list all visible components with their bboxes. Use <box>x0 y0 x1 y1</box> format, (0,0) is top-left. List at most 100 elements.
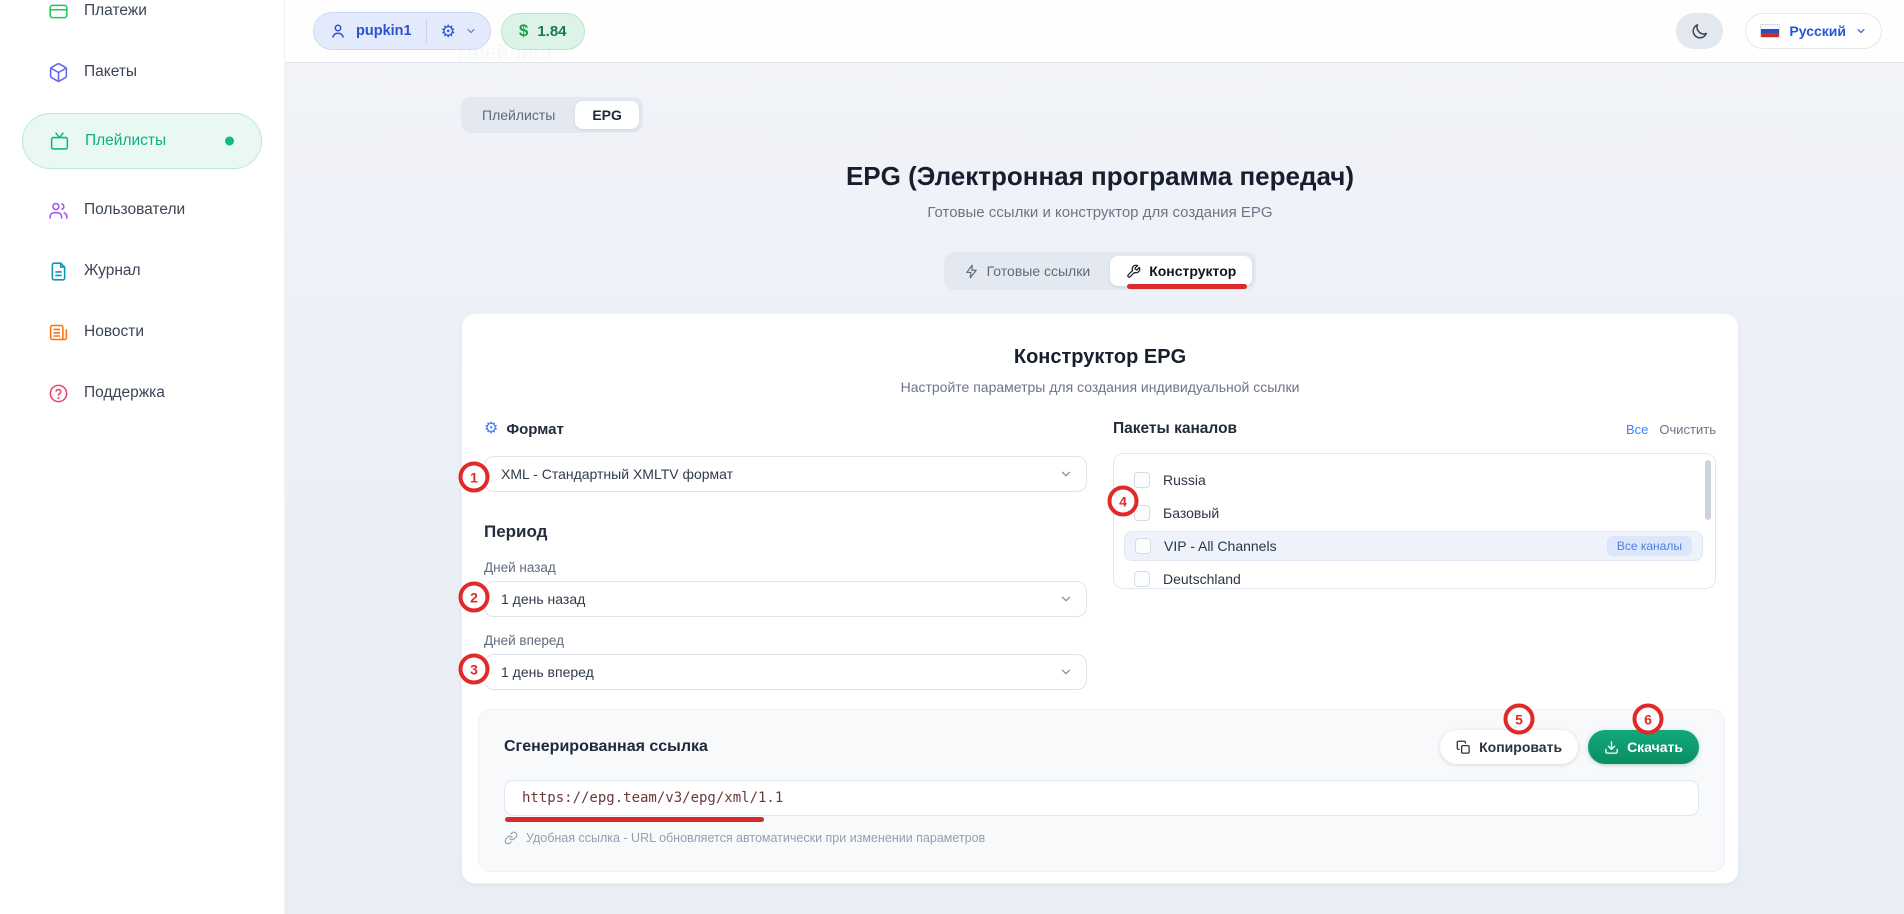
sidebar-item-support[interactable]: Поддержка <box>0 373 284 413</box>
package-checkbox[interactable] <box>1134 571 1150 587</box>
package-row[interactable]: Russia <box>1124 463 1703 496</box>
left-column: ⚙ Формат XML - Стандартный XMLTV формат … <box>484 419 1087 690</box>
person-icon <box>329 22 347 40</box>
right-column: Пакеты каналов Все Очистить Russia Базов… <box>1113 419 1716 690</box>
annotation-circle-1: 1 <box>459 462 490 493</box>
annotation-circle-3: 3 <box>459 654 490 685</box>
sidebar-item-packages[interactable]: Пакеты <box>0 52 284 92</box>
chevron-down-icon[interactable] <box>465 25 477 37</box>
help-circle-icon <box>48 383 69 404</box>
download-icon <box>1604 740 1619 755</box>
username: pupkin1 <box>356 23 412 39</box>
link-icon <box>504 831 518 845</box>
constructor-form: ⚙ Формат XML - Стандартный XMLTV формат … <box>484 419 1716 690</box>
dollar-icon: $ <box>519 21 528 41</box>
credit-card-icon <box>48 1 69 22</box>
package-checkbox[interactable] <box>1134 472 1150 488</box>
format-label: Формат <box>506 421 564 438</box>
sidebar-item-users[interactable]: Пользователи <box>0 190 284 230</box>
lightning-icon <box>964 264 979 279</box>
download-button-label: Скачать <box>1627 739 1683 755</box>
package-row[interactable]: Базовый <box>1124 496 1703 529</box>
balance-pill[interactable]: $ 1.84 <box>501 13 585 50</box>
annotation-underline-constructor <box>1127 284 1247 289</box>
tab-ready-links[interactable]: Готовые ссылки <box>948 256 1107 286</box>
dark-mode-toggle[interactable] <box>1676 13 1723 49</box>
tab-label: Готовые ссылки <box>987 263 1091 279</box>
days-back-value: 1 день назад <box>501 591 585 607</box>
copy-button[interactable]: Копировать <box>1440 730 1578 764</box>
annotation-circle-2: 2 <box>459 582 490 613</box>
active-indicator-dot <box>225 137 234 146</box>
tab-playlists[interactable]: Плейлисты <box>465 101 572 129</box>
card-subtitle: Настройте параметры для создания индивид… <box>484 379 1716 395</box>
annotation-circle-6: 6 <box>1633 704 1664 735</box>
format-select-value: XML - Стандартный XMLTV формат <box>501 466 733 482</box>
wrench-icon <box>1126 264 1141 279</box>
mode-tabs-wrap: Готовые ссылки Конструктор <box>461 252 1739 290</box>
page-subtitle: Готовые ссылки и конструктор для создани… <box>461 204 1739 221</box>
main-area: Плейлист pupkin1 ⚙ $ 1.84 <box>285 0 1904 914</box>
chevron-down-icon <box>1855 25 1867 37</box>
sidebar-item-payments[interactable]: Платежи <box>0 0 284 31</box>
package-checkbox[interactable] <box>1135 538 1151 554</box>
tab-label: Конструктор <box>1149 263 1236 279</box>
days-forward-value: 1 день вперед <box>501 664 594 680</box>
russia-flag-icon <box>1760 24 1780 38</box>
scrollbar-thumb[interactable] <box>1705 460 1711 520</box>
balance-value: 1.84 <box>537 23 566 40</box>
chevron-down-icon <box>1059 592 1073 606</box>
tab-constructor[interactable]: Конструктор <box>1110 256 1252 286</box>
cube-icon <box>48 62 69 83</box>
generated-header: Сгенерированная ссылка Копировать Скачат… <box>504 730 1699 764</box>
sidebar-item-label: Пользователи <box>84 201 185 219</box>
card-title: Конструктор EPG <box>484 346 1716 369</box>
package-label: Russia <box>1163 472 1206 488</box>
download-button[interactable]: Скачать <box>1588 730 1699 764</box>
sidebar: Платежи Пакеты Плейлисты Пользователи <box>0 0 285 914</box>
days-forward-label: Дней вперед <box>484 633 1087 650</box>
generated-note-row: Удобная ссылка - URL обновляется автомат… <box>504 831 1699 845</box>
topbar: pupkin1 ⚙ $ 1.84 Русский <box>285 0 1904 62</box>
mode-tab-switcher: Готовые ссылки Конструктор <box>944 252 1257 290</box>
tab-epg[interactable]: EPG <box>575 101 639 129</box>
package-row[interactable]: Deutschland <box>1124 562 1703 589</box>
gear-icon[interactable]: ⚙ <box>441 23 456 40</box>
generated-url-field[interactable]: https://epg.team/v3/epg/xml/1.1 <box>504 780 1699 816</box>
language-selector[interactable]: Русский <box>1745 13 1882 49</box>
tv-icon <box>49 131 70 152</box>
annotation-circle-4: 4 <box>1108 486 1139 517</box>
sidebar-item-journal[interactable]: Журнал <box>0 251 284 291</box>
select-all-link[interactable]: Все <box>1626 422 1648 437</box>
pill-divider <box>426 19 427 43</box>
days-back-select[interactable]: 1 день назад <box>484 581 1087 617</box>
sidebar-item-playlists[interactable]: Плейлисты <box>22 113 262 169</box>
packages-links: Все Очистить <box>1626 422 1716 437</box>
sidebar-item-news[interactable]: Новости <box>0 312 284 352</box>
days-back-label: Дней назад <box>484 560 1087 577</box>
generated-actions: Копировать Скачать <box>1440 730 1699 764</box>
period-label: Период <box>484 522 1087 544</box>
sidebar-item-label: Пакеты <box>84 63 137 81</box>
package-row-highlighted[interactable]: VIP - All Channels Все каналы <box>1124 531 1703 561</box>
newspaper-icon <box>48 322 69 343</box>
clear-link[interactable]: Очистить <box>1659 422 1716 437</box>
packages-header: Пакеты каналов Все Очистить <box>1113 419 1716 439</box>
packages-label: Пакеты каналов <box>1113 420 1237 438</box>
user-menu[interactable]: pupkin1 ⚙ <box>313 12 491 50</box>
sidebar-item-label: Журнал <box>84 262 141 280</box>
topbar-left-group: pupkin1 ⚙ $ 1.84 <box>313 12 585 50</box>
sidebar-nav: Платежи Пакеты Плейлисты Пользователи <box>0 0 284 413</box>
packages-listbox[interactable]: Russia Базовый VIP - All Channels Все ка… <box>1113 453 1716 589</box>
all-channels-badge: Все каналы <box>1607 536 1692 556</box>
generated-note: Удобная ссылка - URL обновляется автомат… <box>526 831 985 845</box>
generated-link-panel: Сгенерированная ссылка Копировать Скачат… <box>478 709 1725 872</box>
sidebar-item-label: Платежи <box>84 2 147 20</box>
package-label: Deutschland <box>1163 571 1241 587</box>
sidebar-item-label: Поддержка <box>84 384 165 402</box>
format-select[interactable]: XML - Стандартный XMLTV формат <box>484 456 1087 492</box>
chevron-down-icon <box>1059 665 1073 679</box>
generated-url: https://epg.team/v3/epg/xml/1.1 <box>522 790 783 806</box>
copy-icon <box>1456 740 1471 755</box>
days-forward-select[interactable]: 1 день вперед <box>484 654 1087 690</box>
